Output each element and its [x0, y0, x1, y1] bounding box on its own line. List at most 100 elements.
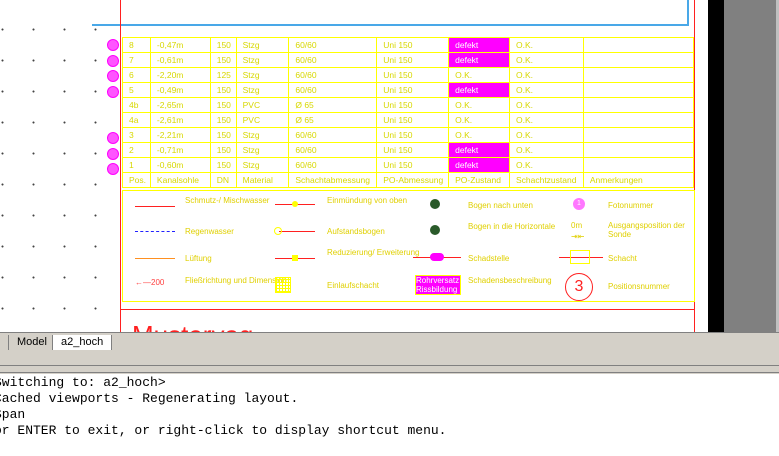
table-cell-schacht: Ø 65 — [288, 97, 378, 113]
legend-schadensbeschreibung: Schadensbeschreibung — [468, 276, 552, 285]
table-cell-height: -2,21m — [149, 127, 211, 143]
position-bubble — [107, 86, 119, 98]
table-cell-material: Stzg — [235, 52, 290, 68]
table-cell-anmerkungen — [582, 97, 695, 113]
table-cell-schacht: 60/60 — [288, 127, 378, 143]
title-divider — [120, 309, 694, 310]
table-cell-po-zustand: O.K. — [448, 67, 510, 83]
viewport-black-bar — [708, 0, 724, 332]
legend-ausgangsposition: Ausgangsposition der Sonde — [608, 221, 685, 239]
legend-aufstandsbogen: Aufstandsbogen — [327, 227, 385, 236]
command-line[interactable]: Switching to: a2_hoch> Cached viewports … — [0, 375, 779, 456]
grid-dots — [0, 0, 110, 332]
header-schachtabmessung: Schachtabmessung — [288, 172, 378, 188]
horizontal-scrollbar[interactable] — [0, 365, 779, 373]
legend-fotonummer: Fotonummer — [608, 201, 654, 210]
table-cell-anmerkungen — [582, 37, 695, 53]
table-row: 4a -2,61m 150 PVC Ø 65 Uni 150 O.K. O.K. — [122, 112, 695, 128]
table-cell-po-abm: Uni 150 — [376, 67, 450, 83]
drawing-canvas[interactable]: 8 -0,47m 150 Stzg 60/60 Uni 150 defekt O.K. 7 -0,… — [0, 0, 779, 332]
position-bubble — [107, 55, 119, 67]
tab-a2-hoch[interactable]: a2_hoch — [52, 335, 113, 351]
position-number-icon: 3 — [565, 273, 593, 301]
table-cell-schacht-zustand: O.K. — [508, 157, 584, 173]
table-cell-material: PVC — [235, 97, 290, 113]
table-cell-height: -0,61m — [149, 52, 211, 68]
table-cell-dn: 150 — [209, 112, 237, 128]
table-cell-anmerkungen — [582, 67, 695, 83]
table-cell-po-abm: Uni 150 — [376, 82, 450, 98]
table-row: 5 -0,49m 150 Stzg 60/60 Uni 150 defekt O.K. — [122, 82, 695, 98]
legend-lueftung: Lüftung — [185, 254, 212, 263]
table-cell-height: -0,49m — [149, 82, 211, 98]
table-cell-anmerkungen — [582, 112, 695, 128]
ausgang-arrows-icon: ⇥⇤ — [571, 232, 585, 241]
header-po-zustand: PO-Zustand — [448, 172, 510, 188]
table-cell-dn: 150 — [209, 37, 237, 53]
schacht-icon — [570, 250, 590, 264]
table-cell-height: -0,47m — [149, 37, 211, 53]
table-cell-height: -2,20m — [149, 67, 211, 83]
table-cell-po-zustand: O.K. — [448, 97, 510, 113]
table-cell-schacht: 60/60 — [288, 82, 378, 98]
table-cell-po-abm: Uni 150 — [376, 37, 450, 53]
table-cell-po-abm: Uni 150 — [376, 97, 450, 113]
table-cell-material: Stzg — [235, 127, 290, 143]
shaft-table: 8 -0,47m 150 Stzg 60/60 Uni 150 defekt O.K. 7 -0,… — [122, 37, 695, 188]
table-cell-material: Stzg — [235, 67, 290, 83]
tab-model[interactable]: Model — [8, 335, 56, 351]
table-cell-dn: 150 — [209, 142, 237, 158]
bogen-horizontale-icon — [430, 225, 440, 235]
table-cell-anmerkungen — [582, 82, 695, 98]
schadstelle-icon — [430, 253, 444, 261]
lueftung-line-icon — [135, 258, 175, 259]
table-cell-schacht-zustand: O.K. — [508, 52, 584, 68]
legend-bogen-horizontale: Bogen in die Horizontale — [468, 222, 556, 231]
table-cell-schacht-zustand: O.K. — [508, 112, 584, 128]
table-cell-pos: 8 — [122, 37, 151, 53]
legend-regen: Regenwasser — [185, 227, 234, 236]
console-line: Cached viewports - Regenerating layout. — [0, 391, 299, 406]
table-cell-dn: 150 — [209, 127, 237, 143]
table-cell-schacht: 60/60 — [288, 52, 378, 68]
fliess-value: 200 — [151, 278, 165, 287]
table-cell-height: -2,65m — [149, 97, 211, 113]
table-cell-height: -2,61m — [149, 112, 211, 128]
table-cell-height: -0,60m — [149, 157, 211, 173]
table-cell-pos: 1 — [122, 157, 151, 173]
table-cell-schacht-zustand: O.K. — [508, 67, 584, 83]
table-cell-anmerkungen — [582, 157, 695, 173]
reduzierung-icon — [292, 255, 298, 261]
table-cell-pos: 2 — [122, 142, 151, 158]
table-row: 7 -0,61m 150 Stzg 60/60 Uni 150 defekt O.K. — [122, 52, 695, 68]
bogen-unten-icon — [430, 199, 440, 209]
table-row: 6 -2,20m 125 Stzg 60/60 Uni 150 O.K. O.K. — [122, 67, 695, 83]
table-cell-pos: 5 — [122, 82, 151, 98]
legend-box: Schmutz-/ Mischwasser Regenwasser Lüftun… — [122, 190, 695, 302]
table-cell-anmerkungen — [582, 52, 695, 68]
position-bubble — [107, 70, 119, 82]
table-row: 1 -0,60m 150 Stzg 60/60 Uni 150 defekt O.K. — [122, 157, 695, 173]
table-cell-schacht: 60/60 — [288, 142, 378, 158]
console-line: Switching to: a2_hoch> — [0, 375, 166, 390]
header-kanalsohle: Kanalsohle — [149, 172, 211, 188]
table-cell-po-zustand: defekt — [448, 52, 510, 68]
table-cell-po-zustand: O.K. — [448, 127, 510, 143]
table-cell-pos: 4b — [122, 97, 151, 113]
table-header-row: Pos. Kanalsohle DN Material Schachtabmes… — [122, 172, 695, 188]
paper-margin-area — [724, 0, 776, 332]
header-schachtzustand: Schachtzustand — [508, 172, 584, 188]
table-cell-material: Stzg — [235, 37, 290, 53]
position-bubble — [107, 148, 119, 160]
table-cell-pos: 7 — [122, 52, 151, 68]
header-anmerkungen: Anmerkungen — [582, 172, 695, 188]
legend-bogen-unten: Bogen nach unten — [468, 201, 533, 210]
table-cell-schacht: 60/60 — [288, 37, 378, 53]
foto-icon: 1 — [573, 198, 585, 210]
table-row: 4b -2,65m 150 PVC Ø 65 Uni 150 O.K. O.K. — [122, 97, 695, 113]
table-cell-po-zustand: defekt — [448, 157, 510, 173]
table-cell-anmerkungen — [582, 142, 695, 158]
schmutz-line-icon — [135, 206, 175, 207]
legend-schadstelle: Schadstelle — [468, 254, 510, 263]
table-cell-pos: 3 — [122, 127, 151, 143]
